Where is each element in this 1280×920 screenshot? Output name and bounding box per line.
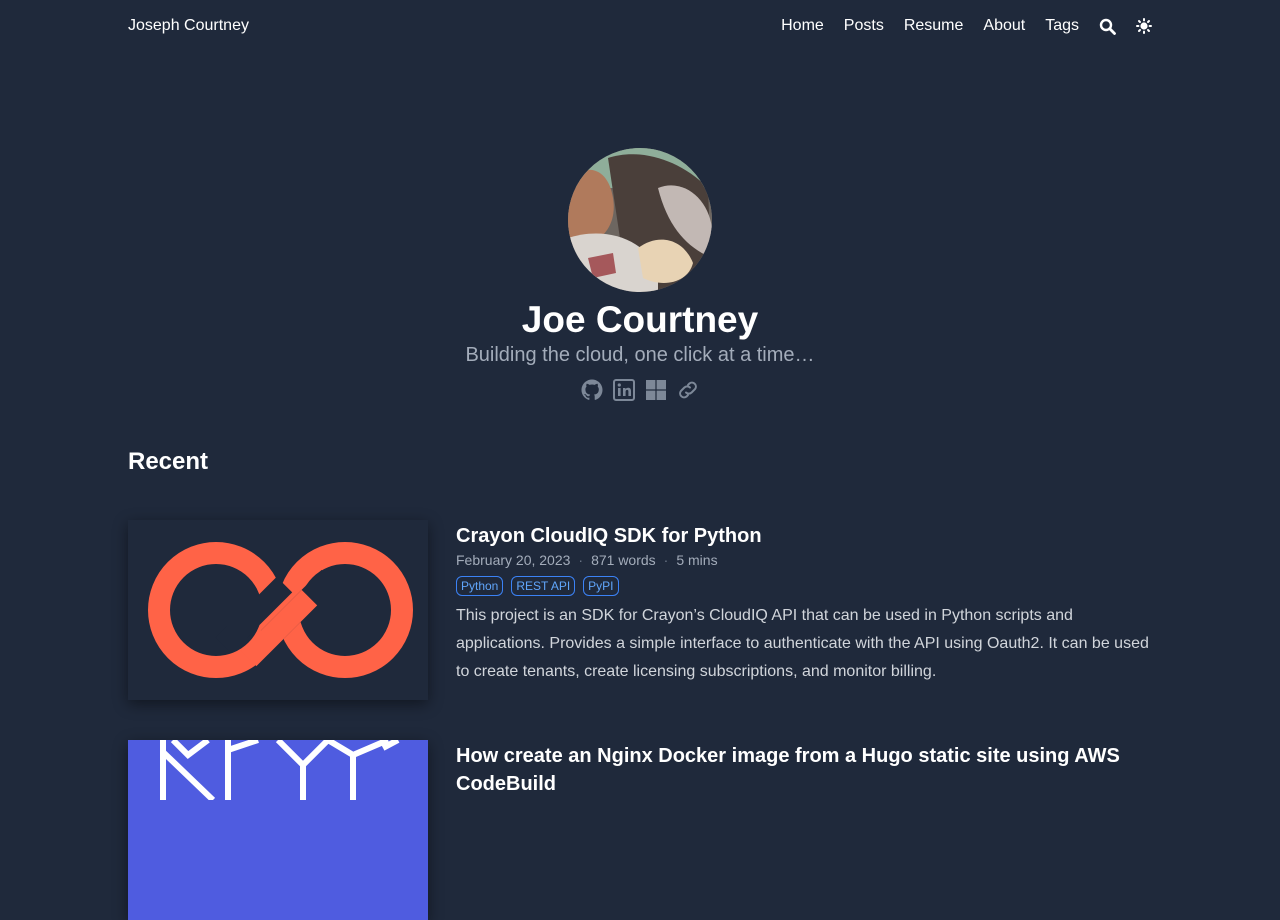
post-read-time: 5 mins	[676, 552, 718, 568]
nav-home[interactable]: Home	[781, 17, 824, 35]
post-title[interactable]: How create an Nginx Docker image from a …	[456, 742, 1152, 798]
post-body: Crayon CloudIQ SDK for Python February 2…	[456, 520, 1152, 700]
tag-pypi[interactable]: PyPI	[583, 576, 619, 596]
post-date: February 20, 2023	[456, 552, 571, 568]
nav-tags[interactable]: Tags	[1045, 17, 1079, 35]
recent-heading: Recent	[128, 448, 209, 475]
post-summary: This project is an SDK for Crayon’s Clou…	[456, 607, 1149, 680]
profile-hero: Joe Courtney Building the cloud, one cli…	[0, 148, 1280, 402]
site-brand[interactable]: Joseph Courtney	[128, 17, 249, 35]
nav-posts[interactable]: Posts	[844, 17, 884, 35]
search-icon[interactable]	[1099, 18, 1116, 35]
microsoft-icon[interactable]	[644, 378, 668, 402]
post-meta: February 20, 2023 · 871 words · 5 mins	[456, 552, 1152, 568]
profile-name: Joe Courtney	[521, 299, 759, 340]
post-word-count: 871 words	[591, 552, 656, 568]
nav-about[interactable]: About	[983, 17, 1025, 35]
post-thumbnail[interactable]	[128, 740, 428, 920]
avatar	[568, 148, 712, 292]
tag-python[interactable]: Python	[456, 576, 504, 596]
social-links	[580, 378, 700, 402]
link-icon[interactable]	[676, 378, 700, 402]
nav-resume[interactable]: Resume	[904, 17, 964, 35]
post-card: How create an Nginx Docker image from a …	[128, 740, 1152, 920]
sun-icon[interactable]	[1136, 18, 1152, 34]
main-nav: Home Posts Resume About Tags	[761, 17, 1152, 35]
post-body: How create an Nginx Docker image from a …	[456, 740, 1152, 920]
post-card: Crayon CloudIQ SDK for Python February 2…	[128, 520, 1152, 700]
tag-rest-api[interactable]: REST API	[511, 576, 576, 596]
github-icon[interactable]	[580, 378, 604, 402]
post-tags: Python REST API PyPI	[456, 576, 1152, 596]
meta-separator: ·	[663, 552, 669, 568]
post-title[interactable]: Crayon CloudIQ SDK for Python	[456, 522, 1152, 550]
top-bar: Joseph Courtney Home Posts Resume About …	[128, 0, 1152, 52]
meta-separator: ·	[578, 552, 584, 568]
profile-tagline: Building the cloud, one click at a time…	[465, 344, 815, 366]
linkedin-icon[interactable]	[612, 378, 636, 402]
post-thumbnail[interactable]	[128, 520, 428, 700]
